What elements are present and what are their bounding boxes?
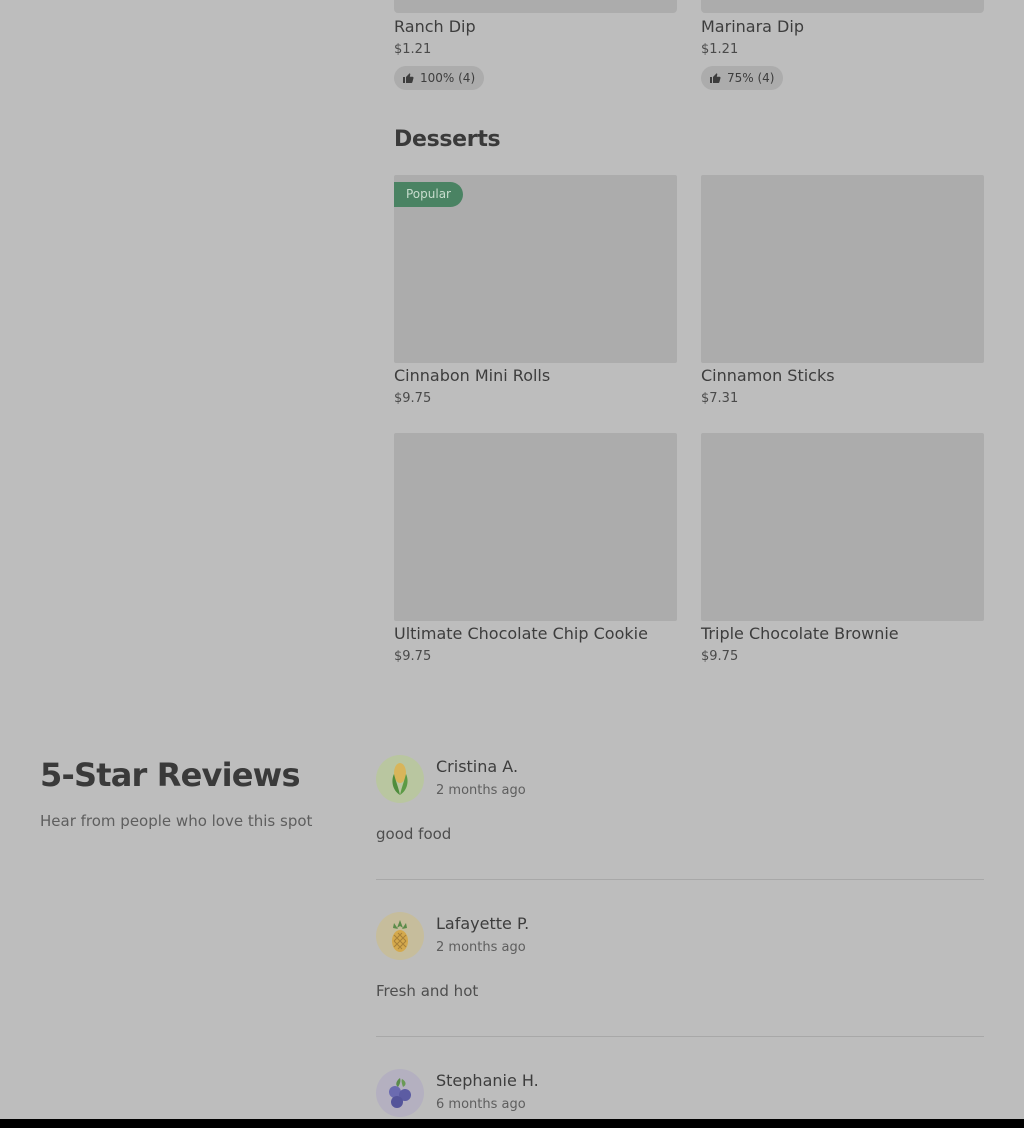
menu-item-triple-chocolate-brownie[interactable]: Triple Chocolate Brownie $9.75: [701, 433, 984, 665]
item-price: $1.21: [394, 42, 432, 57]
menu-item-cinnamon-sticks[interactable]: Cinnamon Sticks $7.31: [701, 175, 984, 407]
item-price: $1.21: [701, 42, 739, 57]
rating-text: 75% (4): [727, 71, 775, 85]
reviews-subtitle: Hear from people who love this spot: [40, 812, 313, 830]
review-divider: [376, 1036, 984, 1037]
menu-item-ultimate-chocolate-chip-cookie[interactable]: Ultimate Chocolate Chip Cookie $9.75: [394, 433, 677, 665]
review-divider: [376, 879, 984, 880]
review-time: 2 months ago: [436, 783, 526, 798]
item-image: [701, 0, 984, 13]
item-image: [701, 175, 984, 363]
review-text: good food: [376, 825, 452, 843]
item-image: [394, 433, 677, 621]
item-image: [394, 0, 677, 13]
avatar: [376, 1069, 424, 1117]
review-time: 2 months ago: [436, 940, 526, 955]
reviewer-name: Cristina A.: [436, 757, 519, 776]
section-title-desserts: Desserts: [394, 127, 501, 152]
review-time: 6 months ago: [436, 1097, 526, 1112]
rating-text: 100% (4): [420, 71, 476, 85]
avatar: [376, 912, 424, 960]
thumbs-up-icon: [403, 73, 414, 83]
review-text: Fresh and hot: [376, 982, 479, 1000]
reviews-title: 5-Star Reviews: [40, 756, 301, 794]
menu-item-marinara-dip[interactable]: Marinara Dip $1.21 75% (4): [701, 0, 984, 90]
thumbs-up-icon: [710, 73, 721, 83]
item-name: Marinara Dip: [701, 17, 804, 36]
item-name: Cinnamon Sticks: [701, 366, 835, 385]
popular-badge: Popular: [394, 182, 463, 207]
item-price: $9.75: [394, 649, 432, 664]
menu-item-ranch-dip[interactable]: Ranch Dip $1.21 100% (4): [394, 0, 677, 90]
item-image: [701, 433, 984, 621]
corn-icon: [392, 763, 408, 795]
bottom-edge-bar: [0, 1119, 1024, 1128]
pineapple-icon: [392, 920, 408, 952]
reviewer-name: Lafayette P.: [436, 914, 530, 933]
item-name: Cinnabon Mini Rolls: [394, 366, 551, 385]
item-name: Ranch Dip: [394, 17, 476, 36]
reviewer-name: Stephanie H.: [436, 1071, 539, 1090]
rating-badge: 100% (4): [394, 66, 485, 90]
avatar: [376, 755, 424, 803]
item-price: $9.75: [701, 649, 739, 664]
item-price: $9.75: [394, 391, 432, 406]
store-page: Ranch Dip $1.21 100% (4) Marinara Dip $1…: [0, 0, 1024, 1119]
rating-badge: 75% (4): [701, 66, 784, 90]
item-price: $7.31: [701, 391, 739, 406]
item-image: Popular: [394, 175, 677, 363]
item-name: Triple Chocolate Brownie: [701, 624, 899, 643]
blueberry-icon: [389, 1078, 411, 1108]
item-name: Ultimate Chocolate Chip Cookie: [394, 624, 648, 643]
menu-item-cinnabon-mini-rolls[interactable]: Popular Cinnabon Mini Rolls $9.75: [394, 175, 677, 407]
